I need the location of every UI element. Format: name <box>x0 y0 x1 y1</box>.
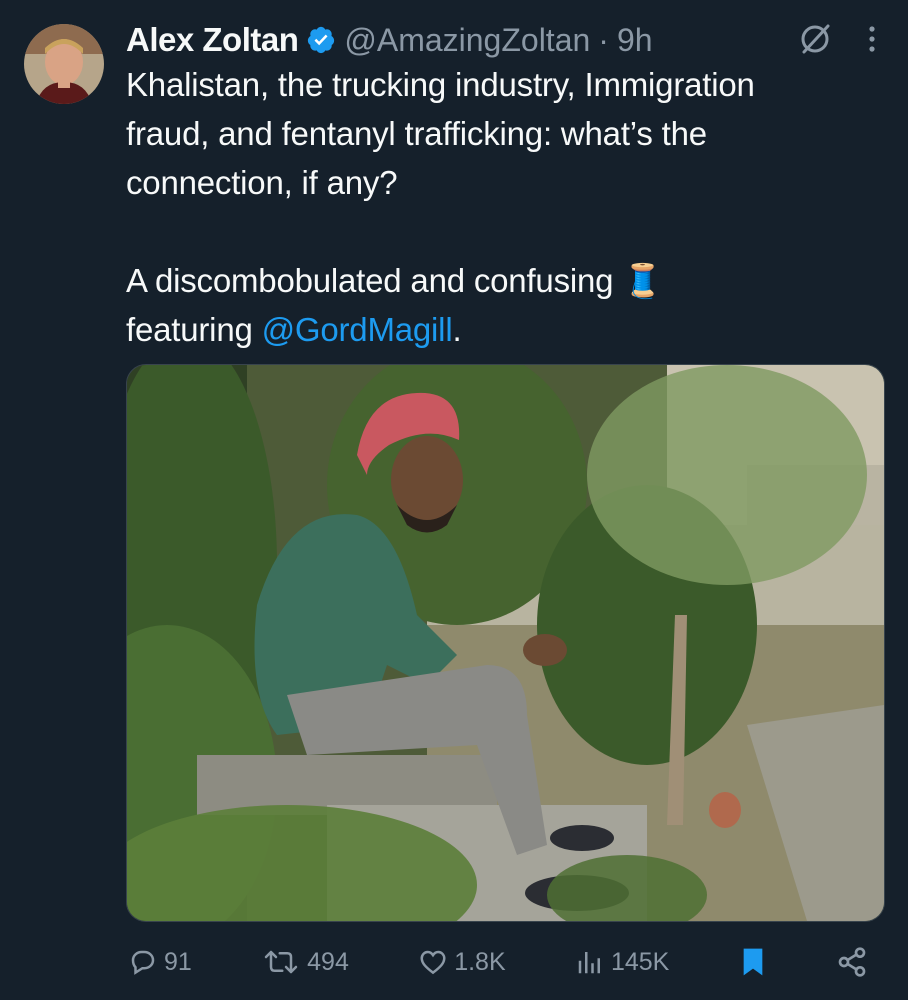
repost-button[interactable]: 494 <box>261 947 349 977</box>
like-button[interactable]: 1.8K <box>418 947 506 977</box>
tweet-text-segment: . <box>452 311 462 348</box>
tweet-text-line: connection, if any? <box>126 164 398 201</box>
bookmark-button[interactable] <box>739 946 767 978</box>
bookmark-icon <box>743 948 763 976</box>
tweet-actions: 91 494 1.8K 145K <box>128 940 868 984</box>
avatar[interactable] <box>24 24 104 104</box>
thread-spool-icon: 🧵 <box>622 262 664 299</box>
tweet-header: Alex Zoltan @AmazingZoltan · 9h <box>126 18 878 62</box>
avatar-image <box>24 24 104 104</box>
tweet-text-segment: A discombobulated and confusing <box>126 262 623 299</box>
display-name[interactable]: Alex Zoltan <box>126 21 299 59</box>
tweet-media-photo[interactable] <box>126 364 885 922</box>
mention-link[interactable]: @GordMagill <box>262 311 453 348</box>
reply-icon <box>131 950 155 975</box>
tweet-text: Khalistan, the trucking industry, Immigr… <box>126 60 886 354</box>
view-count: 145K <box>610 947 670 976</box>
verified-badge-icon <box>308 26 335 54</box>
reply-count: 91 <box>164 947 192 976</box>
repost-count: 494 <box>307 947 349 976</box>
views-chart-icon <box>578 952 600 974</box>
separator-dot: · <box>598 21 609 58</box>
grok-icon[interactable] <box>798 22 832 56</box>
views-button[interactable]: 145K <box>575 947 669 977</box>
heart-icon <box>420 950 446 975</box>
share-icon <box>838 947 866 977</box>
timestamp[interactable]: 9h <box>617 22 653 59</box>
tweet-text-segment: featuring <box>126 311 262 348</box>
reply-button[interactable]: 91 <box>128 947 192 977</box>
more-options-icon[interactable] <box>866 24 878 54</box>
photo-image <box>127 365 884 921</box>
tweet-text-line: Khalistan, the trucking industry, Immigr… <box>126 66 755 103</box>
tweet-text-line: featuring @GordMagill. <box>126 305 886 354</box>
tweet-text-line: fraud, and fentanyl trafficking: what’s … <box>126 115 707 152</box>
handle[interactable]: @AmazingZoltan <box>344 22 590 59</box>
tweet-text-line: A discombobulated and confusing 🧵 <box>126 256 886 305</box>
like-count: 1.8K <box>454 947 506 976</box>
repost-icon <box>264 950 298 974</box>
share-button[interactable] <box>836 946 868 978</box>
